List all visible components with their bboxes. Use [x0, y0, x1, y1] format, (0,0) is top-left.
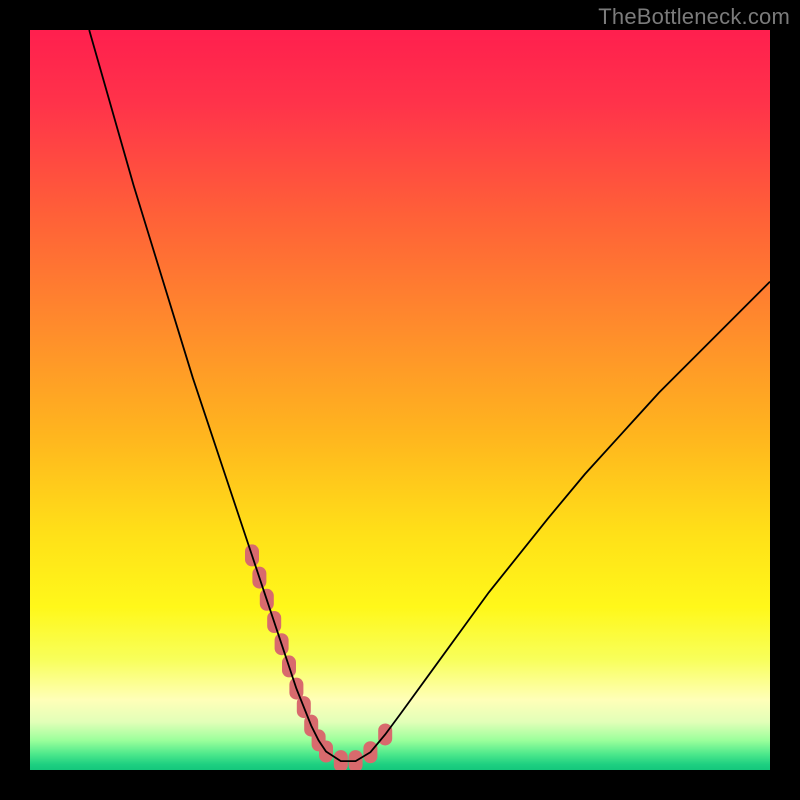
plot-area [30, 30, 770, 770]
highlight-marker [349, 750, 363, 770]
gradient-background [30, 30, 770, 770]
watermark-text: TheBottleneck.com [598, 4, 790, 30]
outer-frame: TheBottleneck.com [0, 0, 800, 800]
chart-svg [30, 30, 770, 770]
